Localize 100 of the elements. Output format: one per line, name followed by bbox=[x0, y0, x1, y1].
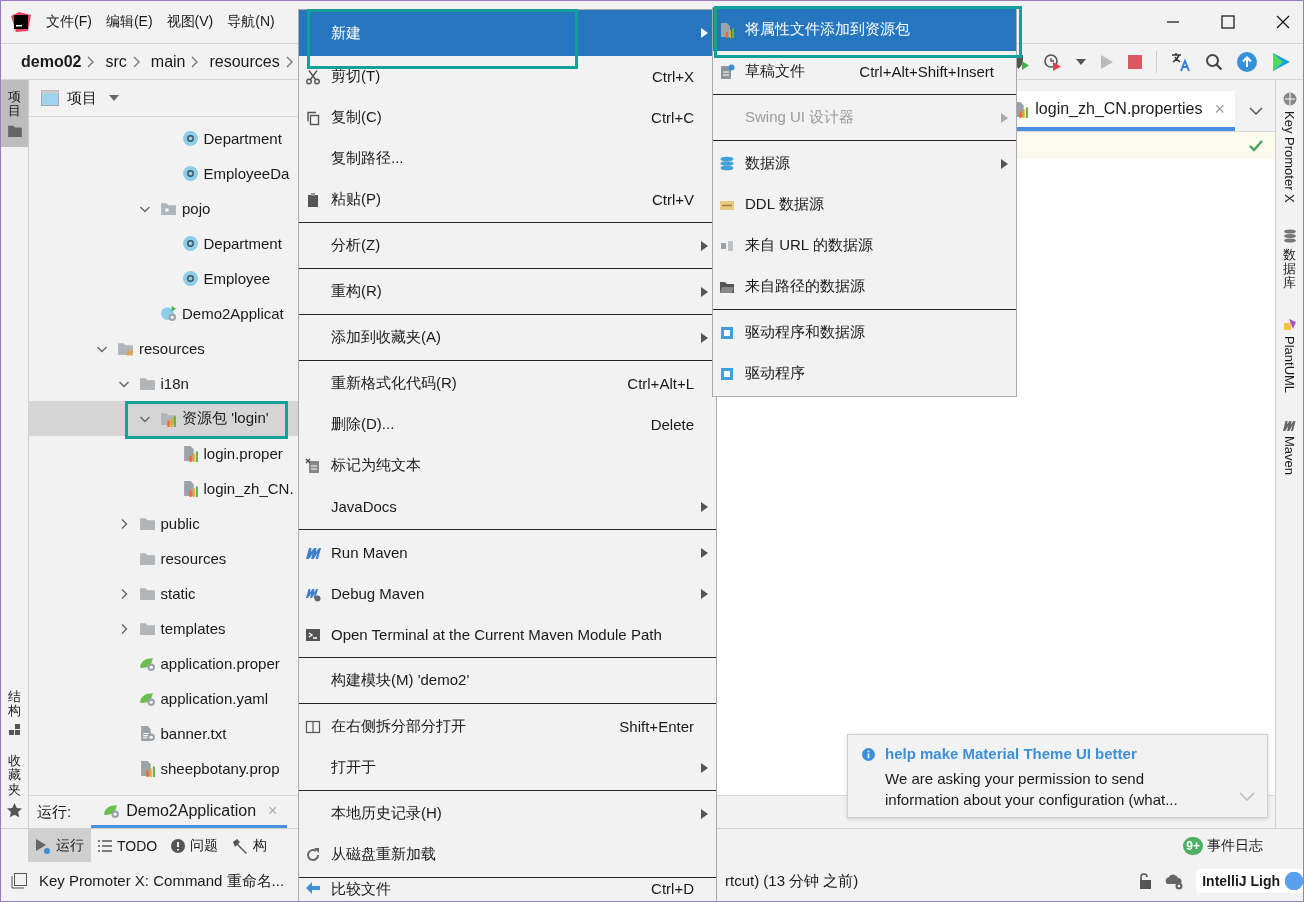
tree-item[interactable]: Employee bbox=[29, 261, 299, 296]
menu-item[interactable]: 在右侧拆分部分打开 Shift+Enter bbox=[299, 706, 716, 747]
tool-window-tab[interactable]: Maven bbox=[1281, 418, 1298, 475]
properties-file-icon bbox=[719, 21, 735, 38]
theme-indicator[interactable]: IntelliJ Ligh bbox=[1196, 869, 1303, 893]
event-log-button[interactable]: 9+ 事件日志 bbox=[1183, 836, 1263, 855]
menu-item[interactable]: 驱动程序 bbox=[713, 353, 1016, 394]
tool-tab[interactable]: 运行 bbox=[28, 829, 91, 862]
unlock-icon[interactable] bbox=[1138, 873, 1153, 889]
menu-item[interactable]: 来自 URL 的数据源 bbox=[713, 225, 1016, 266]
tree-item[interactable]: application.proper bbox=[29, 646, 299, 681]
menu-item[interactable]: Open Terminal at the Current Maven Module Path bbox=[299, 614, 716, 655]
arrow-icon bbox=[305, 880, 321, 896]
database-icon bbox=[719, 155, 735, 172]
menu-item[interactable]: 将属性文件添加到资源包 bbox=[713, 8, 1016, 51]
driver-icon bbox=[719, 365, 735, 382]
tool-tab[interactable]: 问题 bbox=[164, 829, 226, 862]
tree-item[interactable]: Demo2Applicat bbox=[29, 296, 299, 331]
scratch-file-icon bbox=[719, 63, 735, 80]
tool-window-tab[interactable]: 结构 bbox=[1, 681, 28, 747]
window-icon[interactable] bbox=[11, 873, 27, 889]
tool-window-tab[interactable]: 项目 bbox=[1, 80, 28, 147]
event-log-label: 事件日志 bbox=[1207, 836, 1263, 855]
tree-item[interactable]: resources bbox=[29, 541, 299, 576]
cloud-gear-icon[interactable] bbox=[1164, 872, 1185, 890]
maximize-icon[interactable] bbox=[1221, 15, 1235, 29]
structure-icon bbox=[8, 724, 21, 737]
tree-item[interactable]: Department bbox=[29, 226, 299, 261]
menu-item[interactable]: 重新格式化代码(R) Ctrl+Alt+L bbox=[299, 363, 716, 404]
tool-window-tab[interactable]: 收藏夹 bbox=[1, 746, 28, 828]
menu-item[interactable]: 构建模块(M) 'demo2' bbox=[299, 660, 716, 701]
search-icon[interactable] bbox=[1205, 52, 1223, 71]
menu-bar-item[interactable]: 视图(V) bbox=[166, 13, 214, 31]
menu-item[interactable]: DDL 数据源 bbox=[713, 184, 1016, 225]
menu-bar-item[interactable]: 编辑(E) bbox=[105, 13, 153, 31]
tree-item[interactable]: EmployeeDa bbox=[29, 156, 299, 191]
menu-item[interactable]: Run Maven bbox=[299, 532, 716, 573]
tool-window-tab[interactable]: 数据库 bbox=[1282, 228, 1297, 291]
tree-item[interactable]: templates bbox=[29, 611, 299, 646]
chevron-icon bbox=[87, 55, 96, 68]
tool-window-tab[interactable]: PlantUML bbox=[1282, 316, 1297, 393]
menu-item[interactable]: 来自路径的数据源 bbox=[713, 266, 1016, 307]
class-icon bbox=[181, 165, 199, 182]
menu-item[interactable]: 剪切(T) Ctrl+X bbox=[299, 56, 716, 97]
panel-title[interactable]: 项目 bbox=[67, 88, 97, 108]
caret-icon[interactable] bbox=[1076, 58, 1086, 65]
breadcrumb-item[interactable]: demo02 bbox=[21, 52, 82, 71]
breadcrumb-item[interactable]: resources bbox=[209, 52, 280, 71]
list-icon bbox=[98, 839, 112, 852]
breadcrumb-item[interactable]: src bbox=[105, 52, 127, 71]
tree-item[interactable]: public bbox=[29, 506, 299, 541]
tree-item[interactable]: static bbox=[29, 576, 299, 611]
chevron-icon bbox=[132, 55, 141, 68]
tree-item[interactable]: pojo bbox=[29, 191, 299, 226]
split-view-icon bbox=[305, 718, 321, 735]
menu-item[interactable]: 删除(D)... Delete bbox=[299, 404, 716, 445]
close-icon[interactable] bbox=[1276, 15, 1290, 29]
menu-item[interactable]: 标记为纯文本 bbox=[299, 445, 716, 486]
tool-tab[interactable]: 构 bbox=[225, 829, 275, 862]
app-logo-icon[interactable] bbox=[1271, 51, 1291, 72]
copy-icon bbox=[305, 109, 321, 126]
caret-icon[interactable] bbox=[109, 95, 119, 101]
menu-item[interactable]: 数据源 bbox=[713, 143, 1016, 184]
menu-item[interactable]: 打开于 bbox=[299, 747, 716, 788]
menu-item[interactable]: 从磁盘重新加载 bbox=[299, 834, 716, 875]
menu-item[interactable]: Debug Maven bbox=[299, 573, 716, 614]
menu-item[interactable]: 本地历史记录(H) bbox=[299, 793, 716, 834]
menu-bar-item[interactable]: 文件(F) bbox=[46, 13, 92, 31]
menu-item[interactable]: 复制(C) Ctrl+C bbox=[299, 97, 716, 138]
run-tab[interactable]: Demo2Application × bbox=[91, 796, 288, 828]
tool-window-tab[interactable]: Key Promoter X bbox=[1282, 92, 1297, 203]
status-message: rtcut) (13 分钟 之前) bbox=[725, 871, 859, 891]
tree-item[interactable]: resources bbox=[29, 331, 299, 366]
menu-item[interactable]: 比较文件 Ctrl+D bbox=[299, 880, 716, 901]
tree-item[interactable]: 资源包 'login' bbox=[29, 401, 299, 436]
tree-item[interactable]: application.yaml bbox=[29, 681, 299, 716]
translate-icon[interactable] bbox=[1171, 51, 1191, 72]
tool-tab[interactable]: TODO bbox=[91, 829, 165, 862]
tree-item[interactable]: login.proper bbox=[29, 436, 299, 471]
chevron-down-icon[interactable] bbox=[1249, 107, 1263, 115]
app-logo-icon bbox=[11, 12, 31, 32]
tree-item[interactable]: Department bbox=[29, 121, 299, 156]
tree-item[interactable]: login_zh_CN. bbox=[29, 471, 299, 506]
menu-item[interactable]: 粘贴(P) Ctrl+V bbox=[299, 179, 716, 220]
tree-item[interactable]: sheepbotany.prop bbox=[29, 751, 299, 786]
stop-icon[interactable] bbox=[1128, 54, 1142, 69]
folder-icon bbox=[138, 620, 156, 637]
menu-item[interactable]: 驱动程序和数据源 bbox=[713, 312, 1016, 353]
properties-file-icon bbox=[138, 760, 156, 777]
tree-item[interactable]: i18n bbox=[29, 366, 299, 401]
notification-text: We are asking your permission to send bbox=[885, 769, 1145, 789]
tree-item[interactable]: banner.txt bbox=[29, 716, 299, 751]
plantuml-icon bbox=[1282, 316, 1297, 331]
menu-bar-item[interactable]: 导航(N) bbox=[227, 13, 275, 31]
clock-play-icon[interactable] bbox=[1044, 52, 1062, 71]
check-icon bbox=[1249, 140, 1263, 152]
menu-item[interactable]: 复制路径... bbox=[299, 138, 716, 179]
breadcrumb-item[interactable]: main bbox=[150, 52, 186, 71]
menu-item[interactable]: JavaDocs bbox=[299, 486, 716, 527]
resources-folder-icon bbox=[117, 340, 134, 357]
